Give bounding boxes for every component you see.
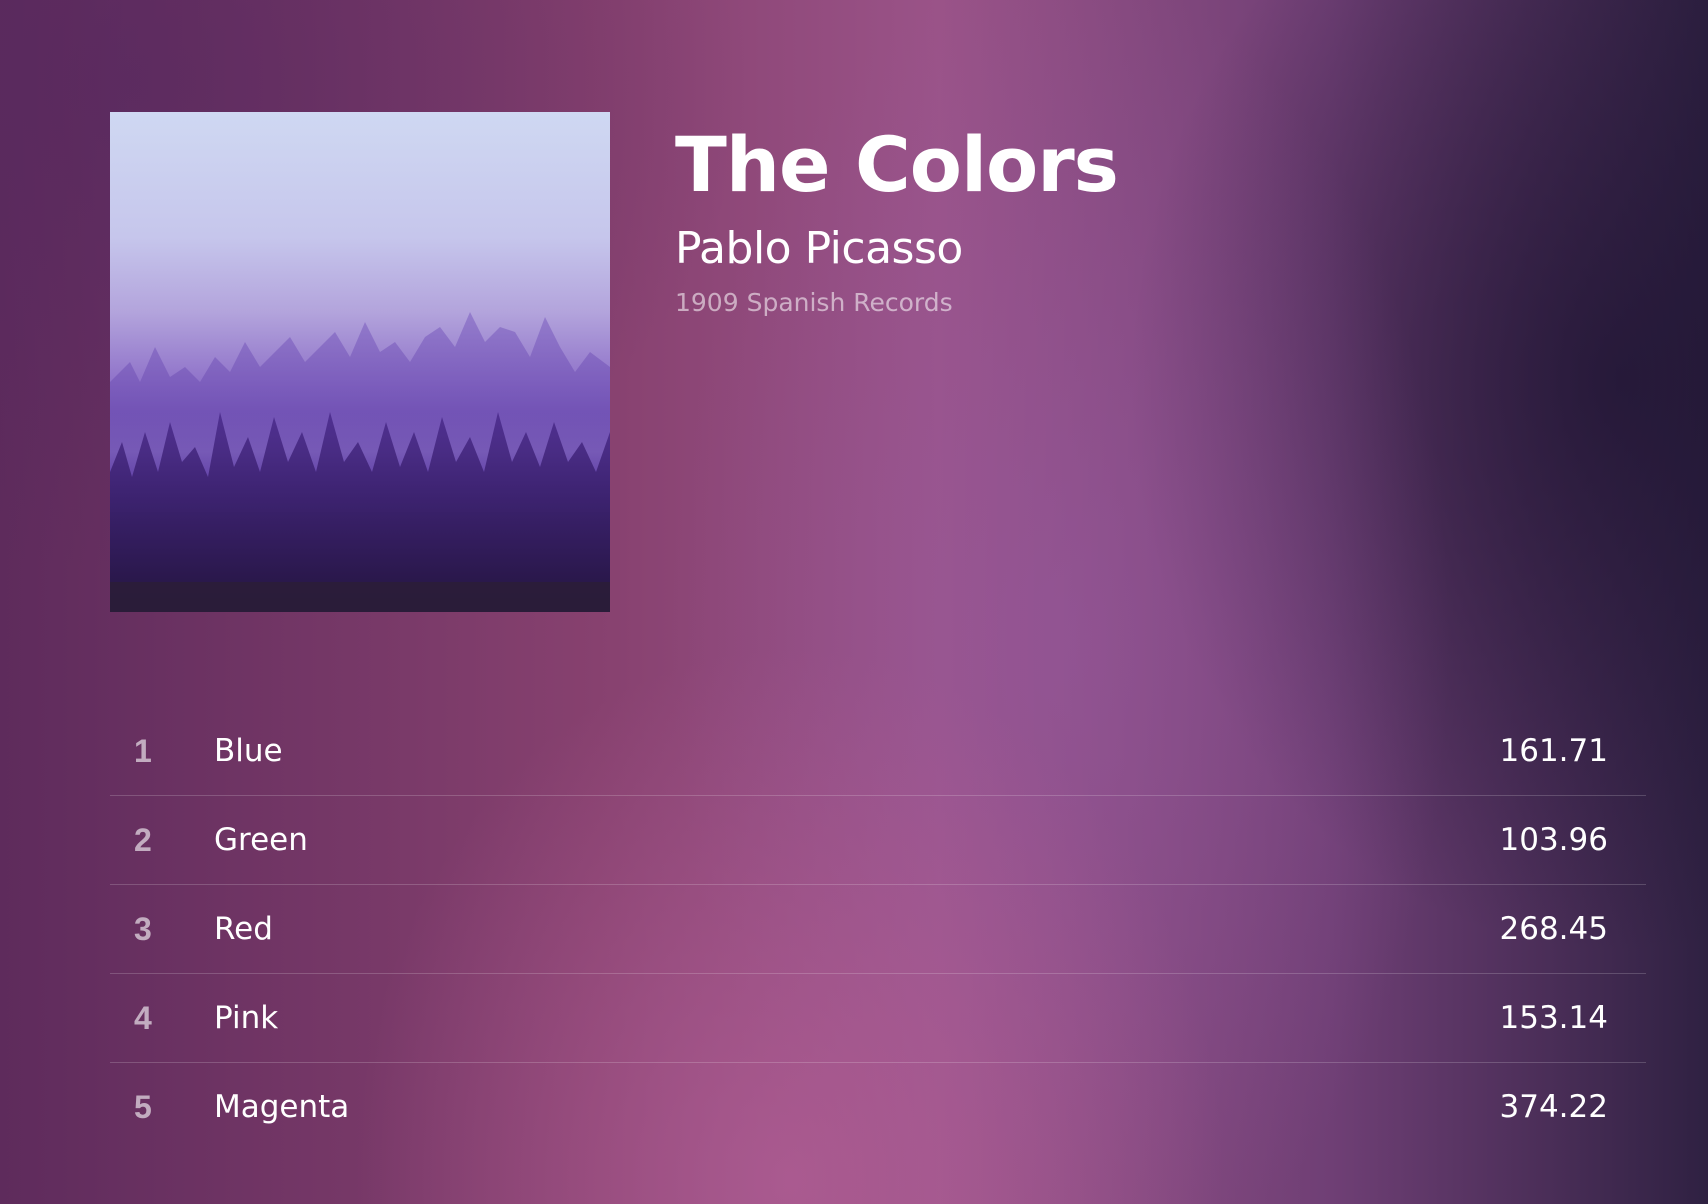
track-title[interactable]: Green (214, 822, 1408, 858)
track-duration: 268.45 (1499, 911, 1608, 947)
release-info: 1909 Spanish Records (675, 286, 1118, 320)
cover-forest-art (110, 312, 610, 612)
album-cover[interactable] (110, 112, 610, 612)
track-duration: 103.96 (1499, 822, 1608, 858)
track-row[interactable]: 5 Magenta 374.22 (110, 1063, 1646, 1151)
album-header: The Colors Pablo Picasso 1909 Spanish Re… (110, 112, 1119, 612)
track-row[interactable]: 4 Pink 153.14 (110, 974, 1646, 1063)
track-title[interactable]: Red (214, 911, 1408, 947)
track-number: 3 (134, 910, 152, 947)
artist-name[interactable]: Pablo Picasso (675, 222, 1118, 276)
track-duration: 153.14 (1499, 1000, 1608, 1036)
track-title[interactable]: Blue (214, 733, 1408, 769)
track-row[interactable]: 3 Red 268.45 (110, 885, 1646, 974)
track-duration: 161.71 (1499, 733, 1608, 769)
track-row[interactable]: 2 Green 103.96 (110, 796, 1646, 885)
track-number: 1 (134, 732, 152, 769)
track-number: 5 (134, 1088, 152, 1125)
album-title: The Colors (675, 120, 1119, 209)
track-number: 4 (134, 999, 152, 1036)
track-number: 2 (134, 821, 152, 858)
release-year: 1909 (675, 288, 739, 317)
track-title[interactable]: Magenta (214, 1089, 1408, 1125)
track-row[interactable]: 1 Blue 161.71 (110, 707, 1646, 796)
tracklist: 1 Blue 161.71 2 Green 103.96 3 Red 268.4… (110, 707, 1646, 1151)
record-label: Spanish Records (746, 288, 953, 317)
track-duration: 374.22 (1499, 1089, 1608, 1125)
track-title[interactable]: Pink (214, 1000, 1408, 1036)
album-meta: The Colors Pablo Picasso 1909 Spanish Re… (675, 112, 1119, 612)
